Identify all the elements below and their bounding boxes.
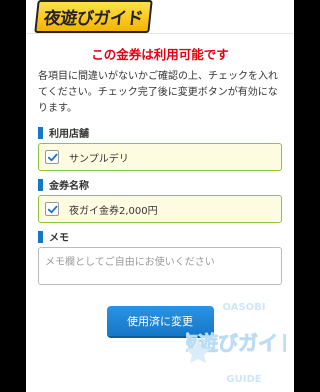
coupon-checkbox[interactable] xyxy=(45,202,59,216)
mark-used-button[interactable]: 使用済に変更 xyxy=(106,306,214,336)
store-checkbox[interactable] xyxy=(45,150,59,164)
coupon-checkbox-row[interactable]: 夜ガイ金券2,000円 xyxy=(38,195,282,223)
header: 夜遊びガイド xyxy=(26,0,294,34)
section-marker xyxy=(38,126,43,139)
instructions-text: 各項目に間違いがないかご確認の上、チェックを入れてください。チェック完了後に変更… xyxy=(38,71,278,114)
store-label-text: 利用店舗 xyxy=(49,129,89,140)
checkmark-icon xyxy=(47,205,58,213)
app-screen: 夜遊びガイド この金券は利用可能です 各項目に間違いがないかご確認の上、チェック… xyxy=(26,0,294,392)
coupon-section-label: 金券名称 xyxy=(38,177,282,192)
store-section-label: 利用店舗 xyxy=(38,125,282,140)
section-marker xyxy=(38,230,43,243)
site-logo[interactable]: 夜遊びガイド xyxy=(34,0,153,33)
store-name: サンプルデリ xyxy=(69,153,129,165)
main-content: この金券は利用可能です 各項目に間違いがないかご確認の上、チェックを入れてくださ… xyxy=(26,34,294,336)
memo-textarea[interactable] xyxy=(38,247,282,285)
memo-label-text: メモ xyxy=(49,233,69,244)
store-checkbox-row[interactable]: サンプルデリ xyxy=(38,143,282,171)
watermark-bottom-text: GUIDE xyxy=(226,374,261,385)
coupon-name: 夜ガイ金券2,000円 xyxy=(69,205,158,217)
status-title: この金券は利用可能です xyxy=(91,47,229,62)
coupon-label-text: 金券名称 xyxy=(49,181,89,192)
checkmark-icon xyxy=(47,153,58,161)
submit-area: 使用済に変更 xyxy=(38,306,282,336)
memo-section-label: メモ xyxy=(38,229,282,244)
section-marker xyxy=(38,178,43,191)
